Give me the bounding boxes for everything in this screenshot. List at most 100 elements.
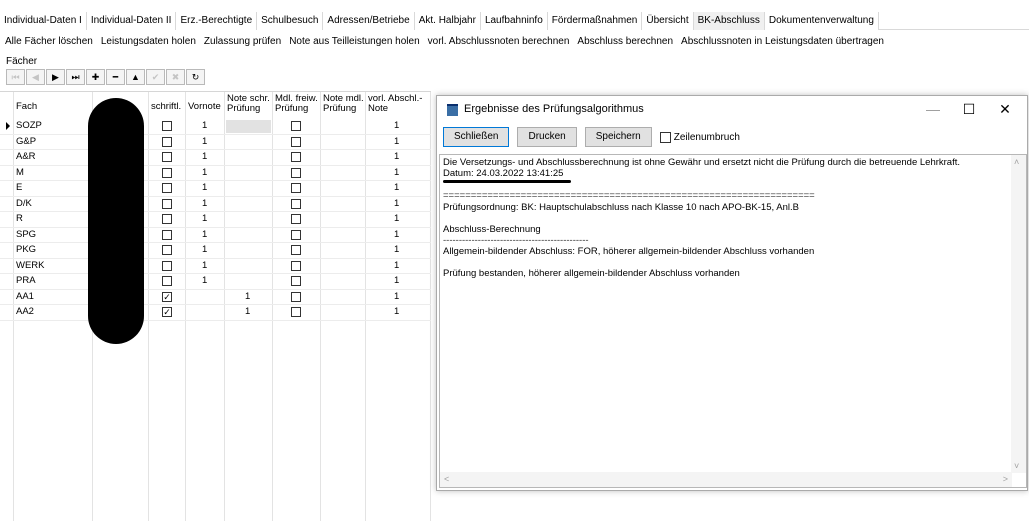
mdl-freiw-checkbox[interactable] [291,229,301,240]
post-record-icon[interactable]: ✔ [146,69,165,85]
mdl-freiw-checkbox[interactable] [291,245,301,255]
cell-fach[interactable]: PKG [16,243,36,258]
table-row[interactable]: PKG 1 1 [0,243,431,259]
table-row[interactable]: SOZP 1 1 [0,119,431,135]
minimize-icon[interactable]: — [921,100,945,118]
tab-10[interactable]: Dokumentenverwaltung [764,12,879,30]
horizontal-scrollbar[interactable]: < > [440,472,1012,487]
table-row[interactable]: AA1 ✓ 1 1 [0,290,431,305]
schriftl-checkbox[interactable] [162,276,172,286]
col-header-vorl-abschl[interactable]: vorl. Abschl.- Note [366,92,424,119]
schriftl-checkbox[interactable] [162,136,172,147]
schriftl-checkbox[interactable] [162,121,172,131]
cell-fach[interactable]: SOZP [16,119,42,134]
table-row[interactable]: SPG 1 1 [0,228,431,243]
delete-record-icon[interactable]: ━ [106,69,125,85]
cell-vorl-note[interactable]: 1 [394,212,399,227]
action-link-6[interactable]: Abschlussnoten in Leistungsdaten übertra… [681,36,884,47]
schriftl-checkbox[interactable] [162,183,172,193]
action-link-4[interactable]: vorl. Abschlussnoten berechnen [428,36,570,47]
tab-6[interactable]: Laufbahninfo [480,12,548,30]
cell-fach[interactable]: E [16,181,22,196]
scroll-left-icon[interactable]: < [444,474,449,484]
scroll-right-icon[interactable]: > [1003,474,1008,484]
schriftl-checkbox[interactable] [162,229,172,240]
scroll-down-icon[interactable]: ˅ [1014,461,1019,471]
schriftl-checkbox[interactable]: ✓ [162,291,172,302]
table-row[interactable]: D/K 1 1 [0,197,431,212]
mdl-freiw-checkbox[interactable] [291,307,301,317]
tab-8[interactable]: Übersicht [642,12,694,30]
active-cell[interactable] [226,120,271,133]
cell-vornote[interactable]: 1 [202,181,207,196]
mdl-freiw-checkbox[interactable] [291,214,301,224]
cell-fach[interactable]: D/K [16,197,32,212]
close-button[interactable]: Schließen [443,127,510,147]
cell-vornote[interactable]: 1 [202,135,207,150]
schriftl-checkbox[interactable] [162,152,172,162]
mdl-freiw-checkbox[interactable] [291,198,301,209]
cell-fach[interactable]: M [16,166,24,181]
cell-vorl-note[interactable]: 1 [394,274,399,289]
table-row[interactable]: M 1 1 [0,166,431,181]
action-link-1[interactable]: Leistungsdaten holen [101,36,196,47]
cell-vornote[interactable]: 1 [202,274,207,289]
edit-record-icon[interactable]: ▲ [126,69,145,85]
tab-3[interactable]: Schulbesuch [257,12,324,30]
cell-vorl-note[interactable]: 1 [394,150,399,165]
mdl-freiw-checkbox[interactable] [291,291,301,302]
save-button[interactable]: Speichern [584,127,652,147]
print-button[interactable]: Drucken [517,127,577,147]
next-record-icon[interactable]: ▶ [46,69,65,85]
cell-vorl-note[interactable]: 1 [394,181,399,196]
line-wrap-box[interactable] [659,131,671,143]
cell-vorl-note[interactable]: 1 [394,290,399,305]
schriftl-checkbox[interactable]: ✓ [162,307,172,317]
tab-4[interactable]: Adressen/Betriebe [323,12,415,30]
cell-note-schr[interactable]: 1 [245,305,250,320]
action-link-3[interactable]: Note aus Teilleistungen holen [289,36,419,47]
mdl-freiw-checkbox[interactable] [291,167,301,178]
results-text-area[interactable]: ˄ ˅ < > Die Versetzungs- und Abschlussbe… [439,154,1027,488]
tab-7[interactable]: Fördermaßnahmen [547,12,643,30]
table-row[interactable]: WERK 1 1 [0,259,431,274]
cell-vorl-note[interactable]: 1 [394,197,399,212]
mdl-freiw-checkbox[interactable] [291,276,301,286]
cell-vornote[interactable]: 1 [202,259,207,274]
close-icon[interactable]: ✕ [993,100,1017,118]
refresh-record-icon[interactable]: ↻ [186,69,205,85]
mdl-freiw-checkbox[interactable] [291,121,301,131]
cell-vornote[interactable]: 1 [202,228,207,243]
action-link-5[interactable]: Abschluss berechnen [577,36,673,47]
table-row[interactable]: E 1 1 [0,181,431,197]
col-header-note-mdl[interactable]: Note mdl. Prüfung [321,92,366,119]
cell-vornote[interactable]: 1 [202,166,207,181]
cell-vornote[interactable]: 1 [202,197,207,212]
col-header-note-schr[interactable]: Note schr. Prüfung [225,92,272,119]
cell-vorl-note[interactable]: 1 [394,119,399,134]
cell-vorl-note[interactable]: 1 [394,259,399,274]
cell-fach[interactable]: G&P [16,135,36,150]
vertical-scrollbar[interactable]: ˄ ˅ [1011,155,1026,473]
cell-fach[interactable]: R [16,212,23,227]
schriftl-checkbox[interactable] [162,198,172,209]
insert-record-icon[interactable]: ✚ [86,69,105,85]
cell-fach[interactable]: A&R [16,150,36,165]
tab-5[interactable]: Akt. Halbjahr [414,12,481,30]
table-row[interactable]: PRA 1 1 [0,274,431,290]
cell-vorl-note[interactable]: 1 [394,305,399,320]
table-row[interactable]: AA2 ✓ 1 1 [0,305,431,321]
cell-vorl-note[interactable]: 1 [394,243,399,258]
scroll-up-icon[interactable]: ˄ [1014,157,1019,167]
col-header-mdl-freiw[interactable]: Mdl. freiw. Prüfung [273,92,320,119]
tab-2[interactable]: Erz.-Berechtigte [176,12,258,30]
cell-note-schr[interactable]: 1 [245,290,250,305]
cell-fach[interactable]: WERK [16,259,45,274]
cell-vorl-note[interactable]: 1 [394,166,399,181]
tab-9[interactable]: BK-Abschluss [693,12,765,30]
cell-vornote[interactable]: 1 [202,150,207,165]
prior-record-icon[interactable]: ◀ [26,69,45,85]
mdl-freiw-checkbox[interactable] [291,260,301,271]
cell-vornote[interactable]: 1 [202,243,207,258]
tab-0[interactable]: Individual-Daten I [0,12,87,30]
